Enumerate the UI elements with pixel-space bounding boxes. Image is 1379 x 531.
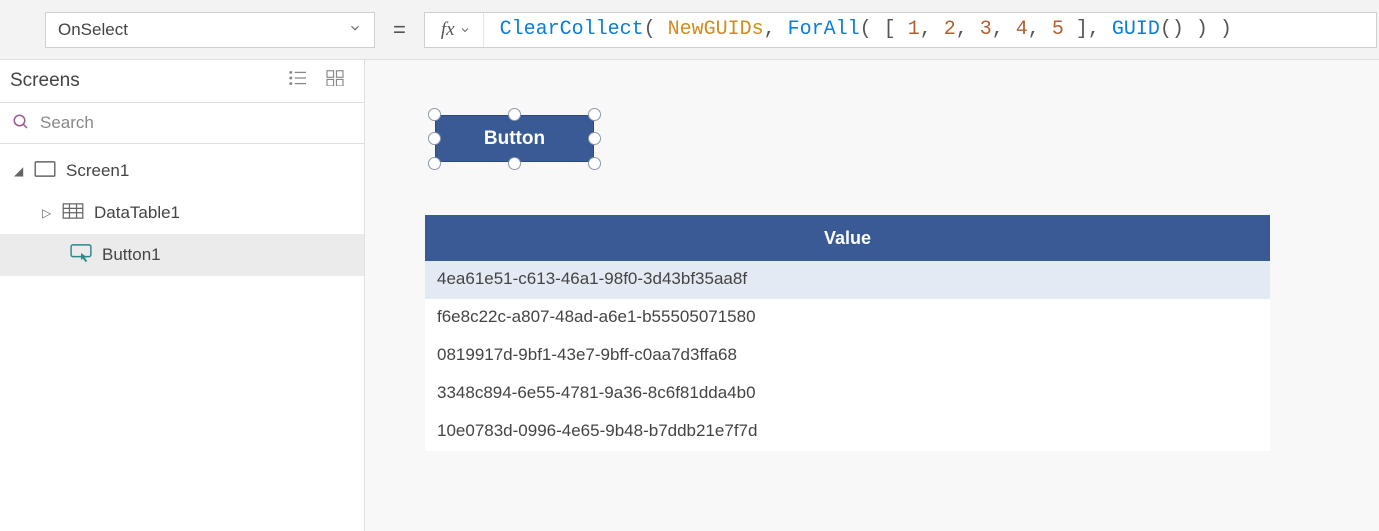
table-row[interactable]: 3348c894-6e55-4781-9a36-8c6f81dda4b0 xyxy=(425,375,1270,413)
caret-down-icon: ◢ xyxy=(14,164,24,178)
formula-token: GUID xyxy=(1112,18,1160,41)
equals-sign: = xyxy=(393,17,406,43)
formula-token: 5 xyxy=(1052,18,1064,41)
formula-token: ( xyxy=(644,18,668,41)
formula-token: ForAll xyxy=(788,18,860,41)
table-row[interactable]: 4ea61e51-c613-46a1-98f0-3d43bf35aa8f xyxy=(425,261,1270,299)
formula-token: () ) ) xyxy=(1160,18,1232,41)
grid-view-icon[interactable] xyxy=(326,70,344,92)
tree-item-datatable1[interactable]: ▷ DataTable1 xyxy=(0,192,364,234)
formula-token: NewGUIDs xyxy=(668,18,764,41)
chevron-down-icon xyxy=(348,21,362,38)
design-canvas[interactable]: Button Value 4ea61e51-c613-46a1-98f0-3d4… xyxy=(365,60,1379,531)
table-header[interactable]: Value xyxy=(425,215,1270,261)
selection-outline: Button xyxy=(425,110,605,167)
table-row[interactable]: f6e8c22c-a807-48ad-a6e1-b55505071580 xyxy=(425,299,1270,337)
formula-token: ( [ xyxy=(860,18,908,41)
formula-input-container: fx ClearCollect( NewGUIDs, ForAll( [ 1, … xyxy=(424,12,1377,48)
fx-icon: fx xyxy=(441,19,455,41)
table-header-label: Value xyxy=(824,228,871,248)
tree-panel: Screens xyxy=(0,60,365,531)
search-icon xyxy=(12,113,30,134)
canvas-button-control[interactable]: Button xyxy=(435,115,594,162)
tree-view: ◢ Screen1 ▷ DataTable1 xyxy=(0,144,364,276)
panel-title: Screens xyxy=(10,70,80,92)
formula-token: ], xyxy=(1064,18,1112,41)
property-dropdown[interactable]: OnSelect xyxy=(45,12,375,48)
list-view-icon[interactable] xyxy=(288,70,308,92)
tree-item-label: DataTable1 xyxy=(94,203,180,223)
formula-token: , xyxy=(1028,18,1052,41)
formula-token: , xyxy=(956,18,980,41)
search-row xyxy=(0,102,364,144)
tree-item-label: Screen1 xyxy=(66,161,129,181)
search-input[interactable] xyxy=(40,113,352,133)
caret-right-icon: ▷ xyxy=(42,206,52,220)
formula-token: 2 xyxy=(944,18,956,41)
formula-token: , xyxy=(764,18,788,41)
button-icon xyxy=(70,244,92,267)
chevron-down-icon xyxy=(459,24,471,36)
table-row[interactable]: 10e0783d-0996-4e65-9b48-b7ddb21e7f7d xyxy=(425,413,1270,451)
formula-bar: OnSelect = fx ClearCollect( NewGUIDs, Fo… xyxy=(0,0,1379,60)
main-area: Screens xyxy=(0,60,1379,531)
canvas-button-text: Button xyxy=(484,128,545,150)
datatable-icon xyxy=(62,203,84,224)
formula-token: , xyxy=(920,18,944,41)
property-dropdown-value: OnSelect xyxy=(58,20,128,40)
formula-token: 4 xyxy=(1016,18,1028,41)
formula-token: , xyxy=(992,18,1016,41)
tree-item-button1[interactable]: Button1 xyxy=(0,234,364,276)
formula-token: ClearCollect xyxy=(500,18,644,41)
screen-icon xyxy=(34,161,56,182)
tree-item-label: Button1 xyxy=(102,245,161,265)
formula-token: 1 xyxy=(908,18,920,41)
tree-panel-header: Screens xyxy=(0,60,364,102)
canvas-datatable-control[interactable]: Value 4ea61e51-c613-46a1-98f0-3d43bf35aa… xyxy=(425,215,1270,451)
table-row[interactable]: 0819917d-9bf1-43e7-9bff-c0aa7d3ffa68 xyxy=(425,337,1270,375)
fx-label[interactable]: fx xyxy=(425,13,484,47)
formula-token: 3 xyxy=(980,18,992,41)
tree-item-screen1[interactable]: ◢ Screen1 xyxy=(0,150,364,192)
formula-input[interactable]: ClearCollect( NewGUIDs, ForAll( [ 1, 2, … xyxy=(484,18,1376,41)
